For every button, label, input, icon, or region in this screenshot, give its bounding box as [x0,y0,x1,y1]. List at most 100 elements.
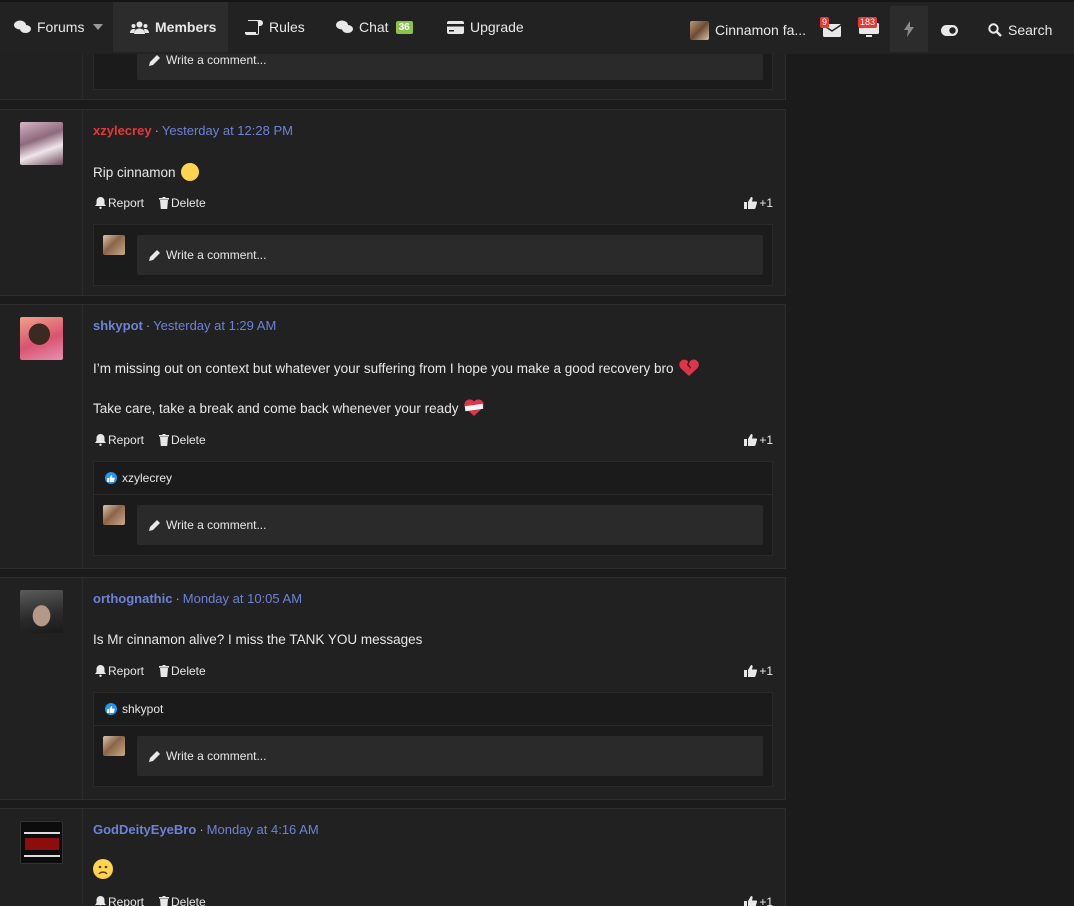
users-icon [130,21,149,34]
user-menu-label: Cinnamon fa... [715,22,807,38]
bell-icon [95,434,106,446]
like-count: +1 [759,433,773,447]
trash-icon [159,896,169,906]
worried-face-emoji [181,163,200,181]
report-label: Report [108,895,145,906]
delete-button[interactable]: Delete [159,196,206,210]
avatar[interactable] [20,590,63,633]
like-count: +1 [759,196,773,210]
like-button[interactable]: +1 [744,895,773,906]
like-button[interactable]: +1 [744,664,773,678]
chat-count-badge: 36 [395,20,413,34]
whats-new-button[interactable] [890,6,928,52]
comment-input[interactable]: Write a comment... [137,736,763,776]
nav-forums[interactable]: Forums [14,2,84,52]
toggle-icon [941,24,958,36]
pencil-icon [149,55,160,66]
top-nav: Forums Members Rules Chat 36 Upgrade Cin… [0,0,1074,54]
liked-by-user[interactable]: shkypot [122,702,163,716]
nav-forums-label: Forums [37,19,85,35]
nav-rules-label: Rules [269,19,305,35]
delete-label: Delete [171,196,206,210]
trash-icon [159,665,169,677]
user-menu[interactable]: Cinnamon fa... [690,5,806,55]
comment-placeholder: Write a comment... [166,53,267,67]
alerts-count-badge: 183 [858,17,878,28]
report-button[interactable]: Report [95,895,144,906]
lightning-icon [904,21,914,37]
delete-button[interactable]: Delete [159,433,206,447]
broken-heart-emoji [679,359,700,377]
post-message: Is Mr cinnamon alive? I miss the TANK YO… [93,632,422,647]
theme-toggle[interactable] [941,5,958,55]
report-label: Report [108,433,145,447]
nav-chat-label: Chat [359,19,389,35]
post-timestamp[interactable]: Monday at 4:16 AM [207,822,319,837]
commenter-avatar [103,736,125,756]
avatar[interactable] [20,317,63,360]
post-text: I’m missing out on context but whatever … [93,361,674,376]
commenter-avatar [103,235,125,255]
nav-rules[interactable]: Rules [245,2,305,52]
comment-input[interactable]: Write a comment... [137,235,763,275]
post-message-line: Take care, take a break and come back wh… [93,399,484,417]
pencil-icon [149,250,160,261]
likes-summary: shkypot [93,692,773,725]
like-icon [105,472,117,484]
post-timestamp[interactable]: Yesterday at 1:29 AM [153,318,276,333]
likes-summary: xzylecrey [93,461,773,494]
delete-label: Delete [171,664,206,678]
post-message [93,859,113,879]
post-username[interactable]: GodDeityEyeBro [93,822,196,837]
trash-icon [159,197,169,209]
post-username[interactable]: orthognathic [93,591,172,606]
comment-box: Write a comment... [93,494,773,556]
report-button[interactable]: Report [95,433,144,447]
post-text: Is Mr cinnamon alive? I miss the TANK YO… [93,632,423,647]
delete-button[interactable]: Delete [159,895,206,906]
delete-label: Delete [171,433,206,447]
comment-box: Write a comment... [93,725,773,787]
nav-members[interactable]: Members [113,2,228,52]
like-button[interactable]: +1 [744,196,773,210]
inbox-button[interactable]: 9 [820,5,843,55]
chat-icon [336,20,353,33]
comment-placeholder: Write a comment... [166,749,267,763]
bell-icon [95,197,106,209]
post-timestamp[interactable]: Yesterday at 12:28 PM [162,123,293,138]
forums-dropdown-toggle[interactable] [93,2,103,52]
chevron-down-icon [93,24,103,30]
comment-placeholder: Write a comment... [166,248,267,262]
delete-button[interactable]: Delete [159,664,206,678]
comment-box: Write a comment... [93,224,773,286]
comment-input[interactable]: Write a comment... [137,505,763,545]
avatar[interactable] [20,821,63,864]
thumbs-up-icon [744,665,758,677]
inbox-count-badge: 9 [820,17,830,28]
delete-label: Delete [171,895,206,906]
report-button[interactable]: Report [95,664,144,678]
credit-card-icon [447,20,464,34]
search-button[interactable]: Search [988,5,1052,55]
post-username[interactable]: shkypot [93,318,143,333]
right-panel [786,54,1074,906]
thumbs-up-icon [744,896,758,906]
post-username[interactable]: xzylecrey [93,123,152,138]
nav-upgrade[interactable]: Upgrade [447,2,524,52]
nav-chat[interactable]: Chat 36 [336,2,413,52]
post-timestamp[interactable]: Monday at 10:05 AM [183,591,302,606]
scroll-icon [245,19,263,35]
comment-placeholder: Write a comment... [166,518,267,532]
report-button[interactable]: Report [95,196,144,210]
nav-upgrade-label: Upgrade [470,19,524,35]
like-count: +1 [759,664,773,678]
report-label: Report [108,664,145,678]
like-button[interactable]: +1 [744,433,773,447]
profile-post: GodDeityEyeBro · Monday at 4:16 AM Report … [0,808,786,906]
avatar[interactable] [20,122,63,165]
liked-by-user[interactable]: xzylecrey [122,471,172,485]
nav-members-label: Members [155,19,217,35]
thumbs-up-icon [744,434,758,446]
bandaged-heart-emoji [464,399,484,417]
alerts-button[interactable]: 183 [858,5,880,55]
